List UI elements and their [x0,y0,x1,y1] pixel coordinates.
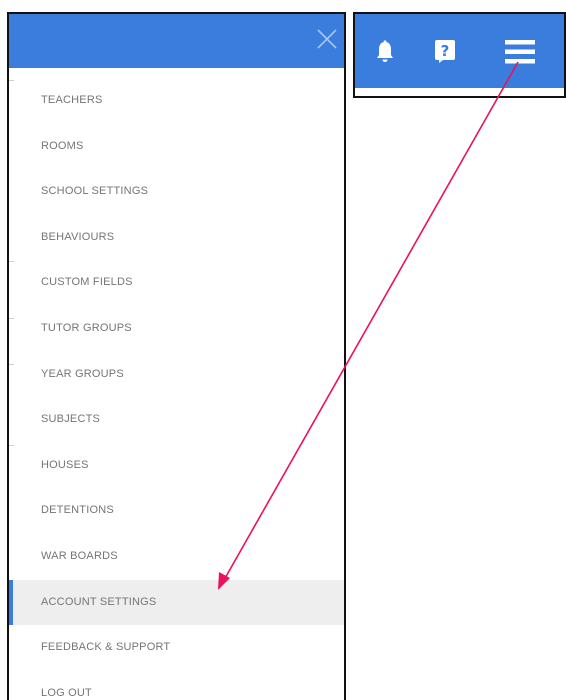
side-menu-header [9,14,344,68]
bell-icon [377,40,393,62]
menu-item-custom-fields[interactable]: CUSTOM FIELDS [9,260,344,306]
menu-item-label: FEEDBACK & SUPPORT [41,641,171,654]
menu-item-teachers[interactable]: TEACHERS [9,78,344,124]
top-bar-inner: ? [355,14,564,88]
notifications-button[interactable] [375,40,395,64]
menu-item-feedback-support[interactable]: FEEDBACK & SUPPORT [9,625,344,671]
menu-item-label: DETENTIONS [41,504,114,517]
menu-item-rooms[interactable]: ROOMS [9,124,344,170]
top-bar: ? [353,12,566,98]
menu-item-label: TEACHERS [41,94,103,106]
menu-item-label: SUBJECTS [41,413,101,426]
menu-item-label: YEAR GROUPS [41,367,124,380]
menu-item-behaviours[interactable]: BEHAVIOURS [9,215,344,261]
hamburger-menu-button[interactable] [505,40,535,64]
menu-item-label: SCHOOL SETTINGS [41,185,149,198]
menu-item-school-settings[interactable]: SCHOOL SETTINGS [9,169,344,215]
close-menu-button[interactable] [314,26,340,52]
menu-item-label: WAR BOARDS [41,549,118,562]
menu-item-label: ROOMS [41,139,84,152]
menu-item-label: HOUSES [41,458,89,471]
side-menu-list: TEACHERS ROOMS SCHOOL SETTINGS BEHAVIOUR… [9,78,344,700]
menu-item-subjects[interactable]: SUBJECTS [9,397,344,443]
help-icon: ? [435,40,455,63]
screenshot-stage: TEACHERS ROOMS SCHOOL SETTINGS BEHAVIOUR… [0,0,566,700]
hamburger-menu-icon [505,40,535,64]
help-glyph: ? [441,42,450,60]
close-icon [317,29,337,49]
help-button[interactable]: ? [434,39,456,63]
menu-item-label: ACCOUNT SETTINGS [41,595,157,608]
menu-item-tutor-groups[interactable]: TUTOR GROUPS [9,306,344,352]
menu-item-label: LOG OUT [41,686,92,699]
menu-item-war-boards[interactable]: WAR BOARDS [9,534,344,580]
menu-item-houses[interactable]: HOUSES [9,443,344,489]
menu-item-label: BEHAVIOURS [41,230,115,243]
menu-item-label: CUSTOM FIELDS [41,276,133,289]
menu-item-year-groups[interactable]: YEAR GROUPS [9,352,344,398]
menu-item-account-settings[interactable]: ACCOUNT SETTINGS [9,579,344,626]
menu-item-log-out[interactable]: LOG OUT [9,671,344,700]
menu-item-label: TUTOR GROUPS [41,321,132,334]
menu-item-detentions[interactable]: DETENTIONS [9,488,344,534]
side-menu-panel: TEACHERS ROOMS SCHOOL SETTINGS BEHAVIOUR… [7,12,346,700]
